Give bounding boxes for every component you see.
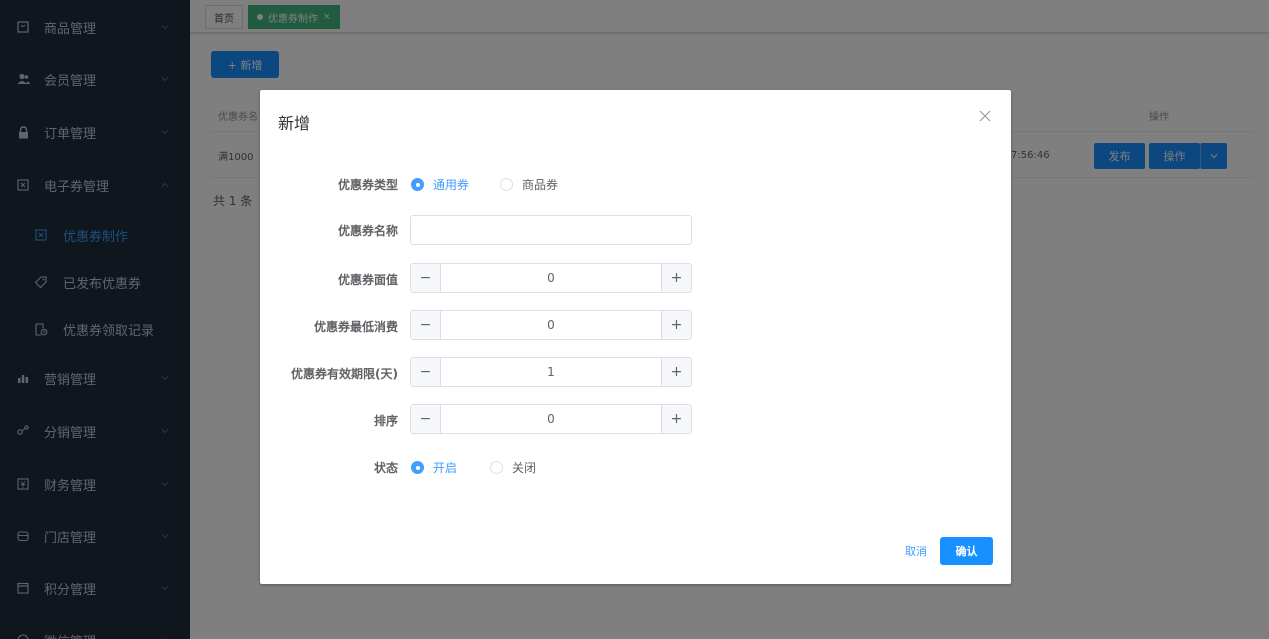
dialog-title: 新增 (278, 114, 311, 133)
radio-goods-coupon[interactable]: 商品券 (500, 176, 558, 193)
coupon-type-label: 优惠券类型 (337, 178, 398, 192)
stepper-value[interactable]: 0 (441, 405, 661, 433)
radio-status-off[interactable]: 关闭 (490, 459, 536, 476)
add-coupon-dialog: 新增 优惠券类型 通用券 商品券 优惠券名称 优惠券面值 − 0 + 优惠券最低… (260, 90, 1011, 584)
increase-button[interactable]: + (661, 405, 691, 433)
radio-status-on[interactable]: 开启 (411, 459, 457, 476)
radio-general-coupon[interactable]: 通用券 (411, 176, 469, 193)
min-spend-stepper: − 0 + (410, 310, 692, 340)
increase-button[interactable]: + (661, 311, 691, 339)
decrease-button[interactable]: − (411, 405, 441, 433)
valid-days-stepper: − 1 + (410, 357, 692, 387)
sort-stepper: − 0 + (410, 404, 692, 434)
radio-unchecked-icon (500, 178, 513, 191)
radio-label: 商品券 (522, 178, 559, 192)
decrease-button[interactable]: − (411, 358, 441, 386)
radio-unchecked-icon (490, 461, 503, 474)
radio-label: 通用券 (433, 178, 470, 192)
increase-button[interactable]: + (661, 264, 691, 292)
coupon-name-input[interactable] (410, 215, 692, 245)
decrease-button[interactable]: − (411, 311, 441, 339)
stepper-value[interactable]: 1 (441, 358, 661, 386)
face-value-stepper: − 0 + (410, 263, 692, 293)
radio-checked-icon (411, 461, 424, 474)
coupon-name-label: 优惠券名称 (337, 224, 398, 238)
stepper-value[interactable]: 0 (441, 311, 661, 339)
radio-checked-icon (411, 178, 424, 191)
sort-label: 排序 (373, 414, 398, 428)
face-value-label: 优惠券面值 (337, 273, 398, 287)
increase-button[interactable]: + (661, 358, 691, 386)
cancel-button[interactable]: 取消 (896, 537, 936, 565)
valid-days-label: 优惠券有效期限(天) (291, 367, 398, 381)
close-icon[interactable] (978, 109, 992, 123)
stepper-value[interactable]: 0 (441, 264, 661, 292)
radio-label: 开启 (433, 461, 458, 475)
status-label: 状态 (373, 461, 398, 475)
radio-label: 关闭 (512, 461, 537, 475)
min-spend-label: 优惠券最低消费 (313, 320, 398, 334)
confirm-button[interactable]: 确认 (940, 537, 993, 565)
decrease-button[interactable]: − (411, 264, 441, 292)
